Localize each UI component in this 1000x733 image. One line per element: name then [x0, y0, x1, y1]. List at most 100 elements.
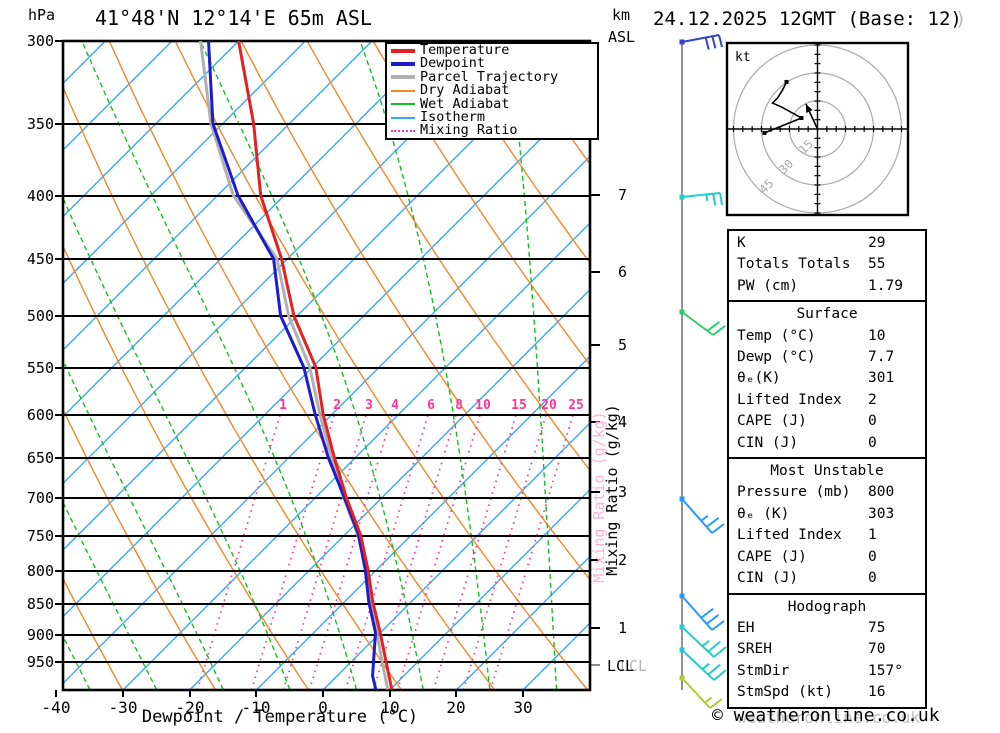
wind-barb: [679, 624, 727, 658]
wind-barb: [679, 309, 726, 336]
table-row-value: 0: [868, 434, 877, 451]
table-row-value: 7.7: [868, 349, 895, 366]
mixing-ratio-value-label: 2: [333, 398, 341, 413]
mixing-ratio-axis-title: Mixing Ratio (g/kg): [603, 404, 621, 576]
table-row-value: 0: [868, 548, 877, 565]
table-row: K 29: [729, 233, 925, 254]
table-row-label: CAPE (J): [737, 413, 807, 430]
mixing-ratio-value-label: 20: [541, 398, 557, 413]
table-row-label: K: [737, 235, 746, 251]
height-axis-unit-asl: ASL: [608, 28, 636, 46]
km-tick-label: 5: [618, 336, 628, 354]
temperature-tick-label: -20: [175, 698, 205, 717]
table-row: Pressure (mb) 800: [729, 482, 925, 503]
table-row-value: 0: [868, 570, 877, 587]
temperature-tick-label: -40: [41, 698, 71, 717]
indices-table-surface: Surface Temp (°C) 10 Dewp (°C) 7.7 θₑ(K) 301 Li…: [727, 300, 927, 460]
wind-barb: [679, 593, 725, 631]
legend-swatch-mixing-ratio: [391, 130, 415, 133]
table-row-value: 55: [868, 256, 886, 273]
table-row-value: 301: [868, 370, 895, 387]
height-axis-unit-km: km: [612, 6, 631, 24]
hodograph-unit-label: kt: [735, 50, 751, 65]
table-row: StmDir 157°: [729, 661, 925, 682]
table-row-label: θₑ(K): [737, 370, 781, 387]
station-title: 41°48'N 12°14'E 65m ASL: [95, 6, 372, 30]
table-row-label: EH: [737, 619, 755, 636]
mixing-ratio-value-label: 15: [511, 398, 527, 413]
temperature-tick-label: 0: [318, 698, 328, 717]
table-row-value: 75: [868, 619, 886, 636]
legend-label: Mixing Ratio: [420, 122, 518, 139]
legend-row: Wet Adiabat: [387, 97, 597, 111]
table-header: Most Unstable: [770, 463, 884, 480]
indices-table-most-unstable: Most Unstable Pressure (mb) 800 θₑ (K) 303 Li…: [727, 457, 927, 595]
hodograph-panel: 153045: [725, 41, 910, 217]
km-tick-label: 7: [618, 186, 628, 204]
table-row: StmSpd (kt) 16: [729, 682, 925, 703]
table-row-value: 29: [868, 235, 886, 251]
pressure-tick-label: 700: [26, 489, 54, 507]
table-row-value: 70: [868, 641, 886, 658]
table-row-label: StmDir: [737, 662, 790, 679]
table-row-label: CIN (J): [737, 434, 799, 451]
table-row-label: CAPE (J): [737, 548, 807, 565]
table-row-label: Lifted Index: [737, 391, 842, 408]
mixing-ratio-value-label: 25: [568, 398, 584, 413]
temperature-tick-label: -30: [108, 698, 138, 717]
pressure-tick-label: 600: [26, 406, 54, 424]
table-row: CIN (J) 0: [729, 433, 925, 454]
legend-swatch-wet-adiabat: [391, 103, 415, 106]
table-row: θₑ (K) 303: [729, 504, 925, 525]
table-row: θₑ(K) 301: [729, 368, 925, 389]
pressure-tick-label: 400: [26, 187, 54, 205]
skewt-sounding-page: 15 30 45 hPa 41°48'N 12°14'E 65m ASL km AS…: [0, 0, 1000, 733]
copyright-text: © weatheronline.co.uk: [712, 705, 940, 726]
wind-barb: [679, 496, 725, 534]
table-row: CAPE (J) 0: [729, 411, 925, 432]
legend-swatch-isotherm: [391, 116, 415, 119]
pressure-tick-label: 750: [26, 527, 54, 545]
table-row-value: 1: [868, 527, 877, 544]
pressure-tick-label: 950: [26, 653, 54, 671]
table-row-label: Lifted Index: [737, 527, 842, 544]
table-row-label: PW (cm): [737, 277, 799, 294]
run-date-title: 24.12.2025 12GMT (Base: 12): [653, 8, 962, 30]
wind-barb: [679, 34, 723, 50]
table-row-value: 1.79: [868, 277, 903, 294]
legend-swatch-temperature: [391, 48, 415, 53]
table-row-label: Temp (°C): [737, 327, 816, 344]
pressure-tick-label: 500: [26, 307, 54, 325]
temperature-tick-label: 10: [380, 698, 400, 717]
wind-barb: [679, 675, 723, 709]
legend-box: Temperature Dewpoint Parcel Trajectory Dry …: [385, 42, 599, 140]
legend-row: Temperature: [387, 43, 597, 57]
pressure-tick-label: 550: [26, 359, 54, 377]
indices-table: K 29 Totals Totals 55 PW (cm) 1.79: [727, 229, 927, 303]
table-row: CIN (J) 0: [729, 568, 925, 589]
table-row-value: 16: [868, 684, 886, 701]
pressure-tick-label: 450: [26, 250, 54, 268]
table-row-value: 10: [868, 327, 886, 344]
mixing-ratio-value-label: 10: [475, 398, 491, 413]
table-row-value: 0: [868, 413, 877, 430]
table-row: EH 75: [729, 618, 925, 639]
temperature-tick-label: 20: [446, 698, 466, 717]
table-row: Lifted Index 2: [729, 390, 925, 411]
table-row-value: 157°: [868, 662, 903, 679]
km-tick-label: 6: [618, 263, 628, 281]
table-row-label: Totals Totals: [737, 256, 851, 273]
table-row: SREH 70: [729, 639, 925, 660]
table-row-value: 800: [868, 484, 895, 501]
table-row: CAPE (J) 0: [729, 547, 925, 568]
table-header: Hodograph: [787, 598, 867, 615]
indices-tables: K 29 Totals Totals 55 PW (cm) 1.79 Surface Temp…: [727, 229, 927, 709]
table-row: Lifted Index 1: [729, 525, 925, 546]
pressure-tick-label: 350: [26, 115, 54, 133]
table-row: PW (cm) 1.79: [729, 276, 925, 297]
table-row: Totals Totals 55: [729, 254, 925, 275]
pressure-tick-label: 300: [26, 32, 54, 50]
legend-swatch-dry-adiabat: [391, 89, 415, 92]
pressure-tick-label: 900: [26, 626, 54, 644]
dewpoint-curve: [207, 41, 378, 690]
